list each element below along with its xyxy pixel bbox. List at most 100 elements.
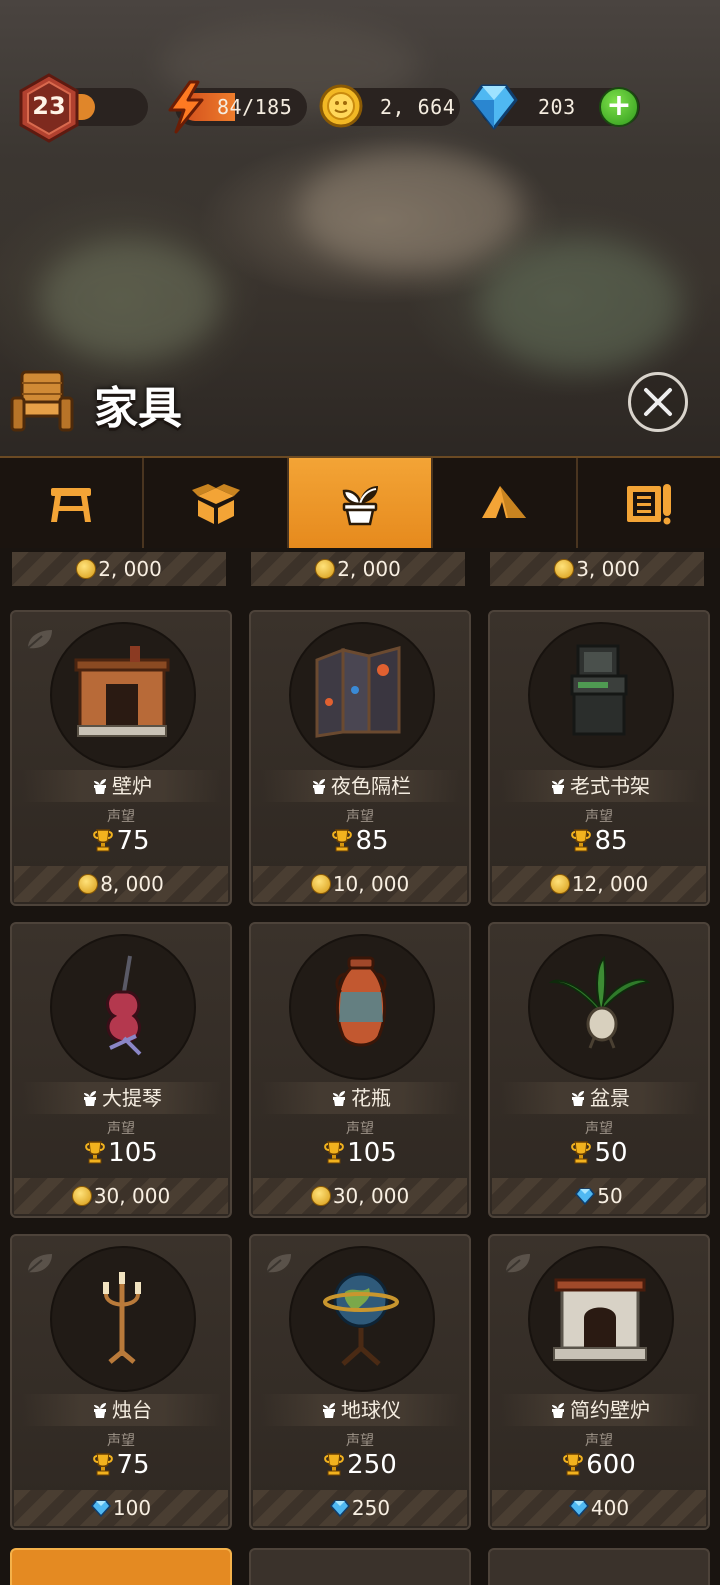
- price-band: 3, 000: [490, 552, 704, 586]
- prestige-value-row: 105: [12, 1138, 230, 1168]
- trophy-icon: [324, 1453, 345, 1476]
- leaf-icon: [27, 1254, 52, 1273]
- prestige-value: 250: [347, 1450, 397, 1480]
- buy-button[interactable]: 10, 000: [253, 866, 467, 902]
- buy-button[interactable]: 30, 000: [253, 1178, 467, 1214]
- tab-decor[interactable]: [288, 458, 434, 548]
- item-card-partial[interactable]: [249, 1548, 471, 1585]
- diamond-icon: [470, 84, 518, 130]
- item-name: 简约壁炉: [570, 1398, 650, 1422]
- item-card-partial[interactable]: 2, 000: [249, 548, 471, 588]
- item-name-band: 盆景: [500, 1082, 700, 1114]
- prestige-value-row: 75: [12, 1450, 230, 1480]
- buy-button[interactable]: 8, 000: [14, 866, 228, 902]
- item-card[interactable]: 夜色隔栏 声望 85 10, 000: [249, 610, 471, 906]
- item-card-partial[interactable]: [10, 1548, 232, 1585]
- coin-icon: [554, 559, 575, 579]
- price-value: 30, 000: [93, 1184, 171, 1208]
- item-name-band: 老式书架: [500, 770, 700, 802]
- fireplace-icon: [74, 646, 170, 737]
- buy-button[interactable]: 100: [14, 1490, 228, 1526]
- gem-value: 203: [538, 95, 576, 119]
- category-tabs: [0, 456, 720, 550]
- prestige-label: 声望: [346, 1121, 374, 1137]
- prestige-value-row: 50: [490, 1138, 708, 1168]
- item-name-band: 壁炉: [22, 770, 222, 802]
- prestige-value-row: 600: [490, 1450, 708, 1480]
- item-card-partial[interactable]: 2, 000: [10, 548, 232, 588]
- buy-button[interactable]: 400: [492, 1490, 706, 1526]
- item-name: 盆景: [590, 1086, 630, 1110]
- trophy-icon: [332, 829, 353, 852]
- prestige-label: 声望: [585, 809, 613, 825]
- prestige-label: 声望: [107, 809, 135, 825]
- leaf-icon: [27, 630, 52, 649]
- globe-icon: [323, 1272, 399, 1366]
- price-value: 3, 000: [576, 557, 640, 581]
- prestige-value-row: 75: [12, 826, 230, 856]
- tab-tables[interactable]: [0, 458, 145, 548]
- price-value: 400: [590, 1496, 630, 1520]
- buy-button[interactable]: 12, 000: [492, 866, 706, 902]
- prestige-value: 75: [116, 826, 150, 856]
- prestige-value-row: 85: [490, 826, 708, 856]
- bookcase-icon: [570, 644, 628, 736]
- diamond-icon: [90, 1500, 111, 1518]
- item-card[interactable]: 老式书架声望 85 12, 000: [488, 610, 710, 906]
- item-card[interactable]: 烛台声望 75 100: [10, 1234, 232, 1530]
- price-value: 2, 000: [98, 557, 162, 581]
- item-card[interactable]: 花瓶声望 105 30, 000: [249, 922, 471, 1218]
- plant-pot-icon: [84, 1091, 96, 1106]
- add-gems-button[interactable]: +: [599, 87, 639, 127]
- plant-pot-icon: [333, 1091, 345, 1106]
- plant-pot-icon: [552, 779, 564, 794]
- prestige-label: 声望: [346, 1433, 374, 1449]
- plant-pot-icon: [313, 779, 325, 794]
- item-card[interactable]: 盆景 声望 50 50: [488, 922, 710, 1218]
- box-icon: [191, 484, 240, 524]
- cello-icon: [106, 955, 142, 1056]
- item-card[interactable]: 大提琴 声望 105 30, 000: [10, 922, 232, 1218]
- candelabra-icon: [103, 1272, 141, 1364]
- diamond-icon: [575, 1188, 596, 1206]
- plant-pot-icon: [323, 1403, 335, 1418]
- price-value: 250: [351, 1496, 391, 1520]
- price-value: 2, 000: [337, 557, 401, 581]
- coin-icon: [310, 1186, 331, 1206]
- energy-value: 84/185: [217, 95, 293, 119]
- bonsai-icon: [548, 955, 651, 1049]
- coin-icon: [76, 559, 97, 579]
- item-name-band: 大提琴: [22, 1082, 222, 1114]
- price-value: 12, 000: [571, 872, 649, 896]
- item-name-band: 烛台: [22, 1394, 222, 1426]
- prestige-value: 105: [347, 1138, 397, 1168]
- item-name: 老式书架: [570, 774, 650, 798]
- close-button[interactable]: [628, 372, 688, 432]
- tab-wallpaper[interactable]: [577, 458, 720, 548]
- plant-pot-icon: [94, 1403, 106, 1418]
- item-card-partial[interactable]: 3, 000: [488, 548, 710, 588]
- prestige-value: 600: [586, 1450, 636, 1480]
- buy-button[interactable]: 30, 000: [14, 1178, 228, 1214]
- coin-icon: [315, 559, 336, 579]
- coin-icon: [319, 84, 363, 128]
- item-name-band: 花瓶: [261, 1082, 461, 1114]
- item-name: 壁炉: [112, 774, 152, 798]
- prestige-label: 声望: [107, 1433, 135, 1449]
- buy-button[interactable]: 250: [253, 1490, 467, 1526]
- item-card[interactable]: 壁炉声望 75 8, 000: [10, 610, 232, 906]
- trophy-icon: [571, 1141, 592, 1164]
- tab-outdoor[interactable]: [433, 458, 578, 548]
- coin-icon: [78, 874, 99, 894]
- price-band: 2, 000: [12, 552, 226, 586]
- item-name: 夜色隔栏: [331, 774, 411, 798]
- tab-storage[interactable]: [144, 458, 289, 548]
- item-name: 大提琴: [102, 1086, 162, 1110]
- price-value: 100: [112, 1496, 152, 1520]
- item-card[interactable]: 简约壁炉 声望 600 400: [488, 1234, 710, 1530]
- buy-button[interactable]: 50: [492, 1178, 706, 1214]
- item-card[interactable]: 地球仪 声望 250 250: [249, 1234, 471, 1530]
- prestige-value: 85: [355, 826, 389, 856]
- item-card-partial[interactable]: [488, 1548, 710, 1585]
- item-name-band: 简约壁炉: [500, 1394, 700, 1426]
